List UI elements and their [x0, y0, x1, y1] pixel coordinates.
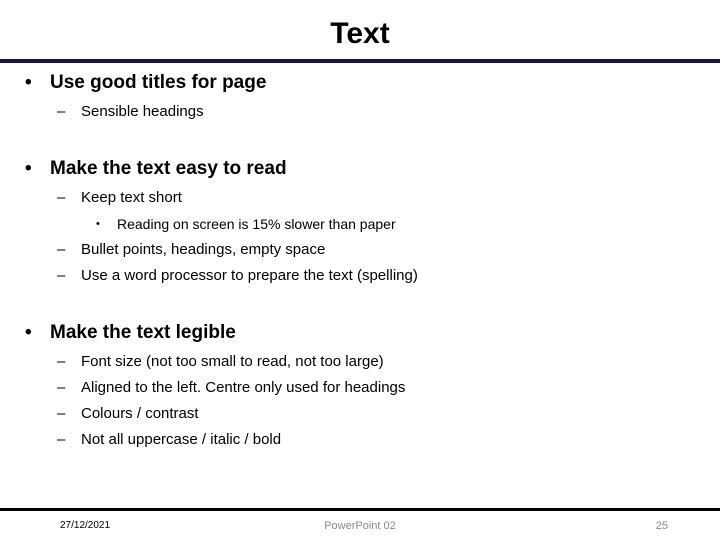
slide-body: • Use good titles for page – Sensible headi…: [0, 70, 720, 502]
bullet-dash-icon: –: [57, 241, 66, 258]
bullet-level2: – Font size (not too small to read, not t…: [0, 349, 720, 375]
bullet-level2: – Use a word processor to prepare the tex…: [0, 263, 720, 289]
bullet-dash-icon: –: [57, 103, 66, 120]
bullet-level1-label: Make the text easy to read: [50, 158, 287, 179]
bullet-level1-label: Make the text legible: [50, 322, 236, 343]
bullet-level2: – Sensible headings: [0, 99, 720, 125]
footer-title: PowerPoint 02: [324, 520, 396, 532]
bullet-level2-label: Aligned to the left. Centre only used fo…: [81, 379, 406, 396]
bullet-dash-icon: –: [57, 267, 66, 284]
bullet-dot-icon: •: [25, 322, 32, 343]
bullet-dot-icon: •: [25, 158, 32, 179]
slide-number: 25: [655, 520, 668, 532]
bullet-level1: • Make the text legible: [0, 320, 720, 346]
bullet-level3: • Reading on screen is 15% slower than pa…: [0, 211, 720, 237]
bullet-dash-icon: –: [57, 431, 66, 448]
bullet-level1: • Use good titles for page: [0, 70, 720, 96]
bullet-level2-label: Not all uppercase / italic / bold: [81, 431, 282, 448]
bullet-level2-label: Font size (not too small to read, not to…: [81, 353, 384, 370]
bullet-level1-label: Use good titles for page: [50, 72, 267, 93]
bullet-level2: – Colours / contrast: [0, 401, 720, 427]
bullet-level3-label: Reading on screen is 15% slower than pap…: [117, 216, 396, 232]
bullet-level2-label: Colours / contrast: [81, 405, 199, 422]
footer: 27/12/2021 PowerPoint 02 25: [0, 511, 720, 540]
bullet-dot-icon: •: [25, 72, 32, 93]
slide: Text • Use good titles for page – Sensible …: [0, 0, 720, 540]
bullet-dash-icon: –: [57, 405, 66, 422]
bullet-level2-label: Use a word processor to prepare the text…: [81, 267, 418, 284]
title-divider: [0, 59, 720, 63]
bullet-level1: • Make the text easy to read: [0, 156, 720, 182]
bullet-level2-label: Keep text short: [81, 189, 182, 206]
bullet-level2: – Not all uppercase / italic / bold: [0, 427, 720, 453]
bullet-level2-label: Sensible headings: [81, 103, 204, 120]
bullet-level2: – Aligned to the left. Centre only used f…: [0, 375, 720, 401]
bullet-dash-icon: –: [57, 353, 66, 370]
bullet-group: • Use good titles for page – Sensible headi…: [0, 70, 720, 125]
bullet-level2: – Bullet points, headings, empty space: [0, 237, 720, 263]
bullet-dash-icon: –: [57, 379, 66, 396]
bullet-dot-icon: •: [96, 218, 100, 230]
bullet-group: • Make the text easy to read – Keep text sh…: [0, 156, 720, 289]
page-title: Text: [330, 17, 390, 50]
title-area: Text: [0, 10, 720, 58]
bullet-level2: – Keep text short: [0, 185, 720, 211]
bullet-level2-label: Bullet points, headings, empty space: [81, 241, 326, 258]
bullet-dash-icon: –: [57, 189, 66, 206]
bullet-group: • Make the text legible – Font size (not to…: [0, 320, 720, 453]
